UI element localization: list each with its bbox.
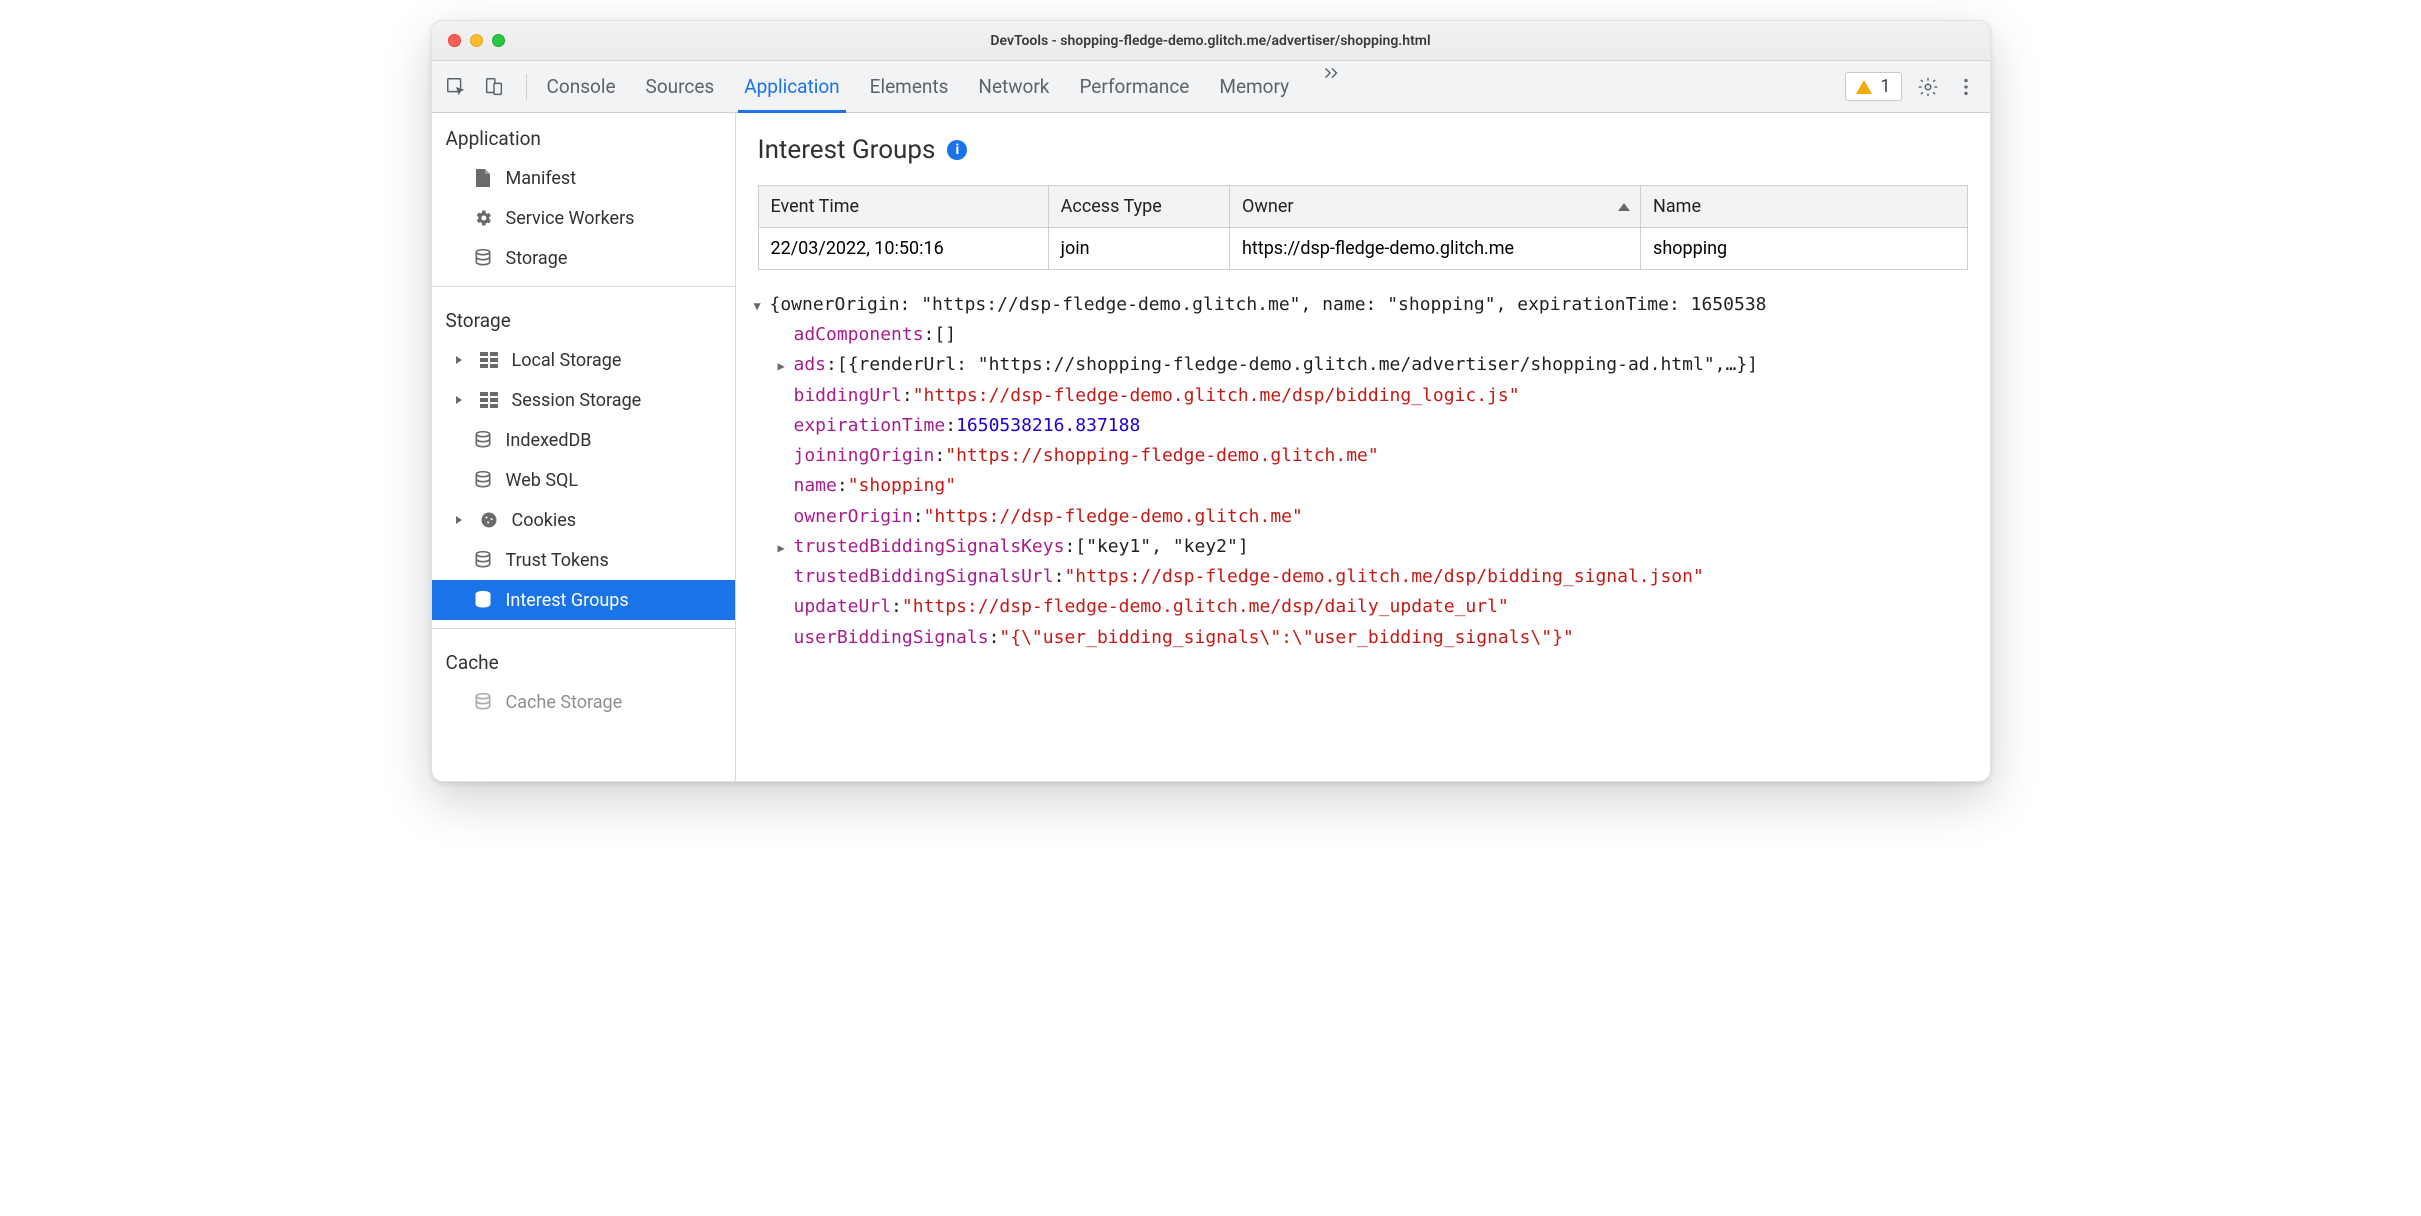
sidebar-item-manifest[interactable]: Manifest <box>432 158 735 198</box>
col-access-type[interactable]: Access Type <box>1048 186 1229 228</box>
caret-right-icon <box>452 355 466 365</box>
file-icon <box>472 168 494 188</box>
more-tabs-icon[interactable] <box>1319 61 1343 85</box>
cookie-icon <box>478 510 500 530</box>
sidebar-item-session-storage[interactable]: Session Storage <box>432 380 735 420</box>
sidebar-item-label: Storage <box>506 248 568 269</box>
sidebar-item-label: Manifest <box>506 168 577 189</box>
sidebar-item-label: Local Storage <box>512 350 622 371</box>
sidebar-item-label: Cookies <box>512 510 577 531</box>
pane-heading: Interest Groups i <box>736 113 1990 175</box>
sort-asc-icon <box>1618 203 1630 211</box>
pane-heading-text: Interest Groups <box>758 135 936 165</box>
tab-application[interactable]: Application <box>744 61 839 112</box>
tab-network[interactable]: Network <box>978 61 1049 112</box>
events-table: Event Time Access Type Owner Name 22/03/… <box>736 175 1990 270</box>
gear-icon <box>472 208 494 228</box>
close-window-button[interactable] <box>448 34 461 47</box>
database-icon <box>472 550 494 570</box>
kebab-menu-icon[interactable] <box>1954 75 1978 99</box>
sidebar: Application Manifest Service Workers Sto… <box>432 113 736 781</box>
sidebar-group-cache: Cache <box>432 637 735 682</box>
device-toggle-icon[interactable] <box>482 75 506 99</box>
sidebar-item-indexeddb[interactable]: IndexedDB <box>432 420 735 460</box>
database-icon <box>472 590 494 610</box>
titlebar: DevTools - shopping-fledge-demo.glitch.m… <box>432 21 1990 61</box>
caret-right-icon[interactable] <box>778 350 792 380</box>
devtools-window: DevTools - shopping-fledge-demo.glitch.m… <box>431 20 1991 782</box>
warning-count: 1 <box>1880 76 1890 97</box>
cell-access-type: join <box>1048 228 1229 270</box>
sidebar-item-cache-storage[interactable]: Cache Storage <box>432 682 735 722</box>
database-icon <box>472 248 494 268</box>
object-root: {ownerOrigin: "https://dsp-fledge-demo.g… <box>770 290 1767 320</box>
sidebar-item-label: Interest Groups <box>506 590 629 611</box>
minimize-window-button[interactable] <box>470 34 483 47</box>
cell-owner: https://dsp-fledge-demo.glitch.me <box>1230 228 1641 270</box>
cell-event-time: 22/03/2022, 10:50:16 <box>758 228 1048 270</box>
info-icon[interactable]: i <box>947 140 967 160</box>
sidebar-item-websql[interactable]: Web SQL <box>432 460 735 500</box>
warning-icon <box>1856 80 1872 94</box>
devtools-toolbar: Console Sources Application Elements Net… <box>432 61 1990 113</box>
cell-name: shopping <box>1641 228 1967 270</box>
grid-icon <box>478 392 500 408</box>
database-icon <box>472 692 494 712</box>
col-event-time[interactable]: Event Time <box>758 186 1048 228</box>
col-name[interactable]: Name <box>1641 186 1967 228</box>
database-icon <box>472 430 494 450</box>
sidebar-item-local-storage[interactable]: Local Storage <box>432 340 735 380</box>
inspect-icon[interactable] <box>444 75 468 99</box>
tab-performance[interactable]: Performance <box>1079 61 1189 112</box>
maximize-window-button[interactable] <box>492 34 505 47</box>
sidebar-group-application: Application <box>432 113 735 158</box>
sidebar-item-storage[interactable]: Storage <box>432 238 735 278</box>
issues-badge[interactable]: 1 <box>1845 72 1901 101</box>
sidebar-item-label: Session Storage <box>512 390 642 411</box>
table-row[interactable]: 22/03/2022, 10:50:16 join https://dsp-fl… <box>758 228 1967 270</box>
tab-console[interactable]: Console <box>547 61 616 112</box>
separator <box>526 74 527 100</box>
sidebar-item-interest-groups[interactable]: Interest Groups <box>432 580 735 620</box>
sidebar-item-cookies[interactable]: Cookies <box>432 500 735 540</box>
sidebar-item-label: Cache Storage <box>506 692 623 713</box>
object-viewer[interactable]: {ownerOrigin: "https://dsp-fledge-demo.g… <box>736 290 1990 653</box>
app-body: Application Manifest Service Workers Sto… <box>432 113 1990 781</box>
content-pane: Interest Groups i Event Time Access Type… <box>736 113 1990 781</box>
sidebar-item-label: Web SQL <box>506 470 579 491</box>
sidebar-item-label: Trust Tokens <box>506 550 609 571</box>
tab-elements[interactable]: Elements <box>870 61 949 112</box>
caret-right-icon <box>452 395 466 405</box>
caret-right-icon <box>452 515 466 525</box>
grid-icon <box>478 352 500 368</box>
database-icon <box>472 470 494 490</box>
settings-icon[interactable] <box>1916 75 1940 99</box>
panel-tabs: Console Sources Application Elements Net… <box>547 61 1344 112</box>
sidebar-item-trust-tokens[interactable]: Trust Tokens <box>432 540 735 580</box>
tab-sources[interactable]: Sources <box>646 61 715 112</box>
caret-right-icon[interactable] <box>778 532 792 562</box>
caret-down-icon[interactable] <box>754 290 768 320</box>
sidebar-item-service-workers[interactable]: Service Workers <box>432 198 735 238</box>
window-controls <box>432 34 505 47</box>
sidebar-group-storage: Storage <box>432 295 735 340</box>
tab-memory[interactable]: Memory <box>1219 61 1289 112</box>
sidebar-item-label: IndexedDB <box>506 430 592 451</box>
sidebar-item-label: Service Workers <box>506 208 635 229</box>
window-title: DevTools - shopping-fledge-demo.glitch.m… <box>432 33 1990 49</box>
col-owner[interactable]: Owner <box>1230 186 1641 228</box>
